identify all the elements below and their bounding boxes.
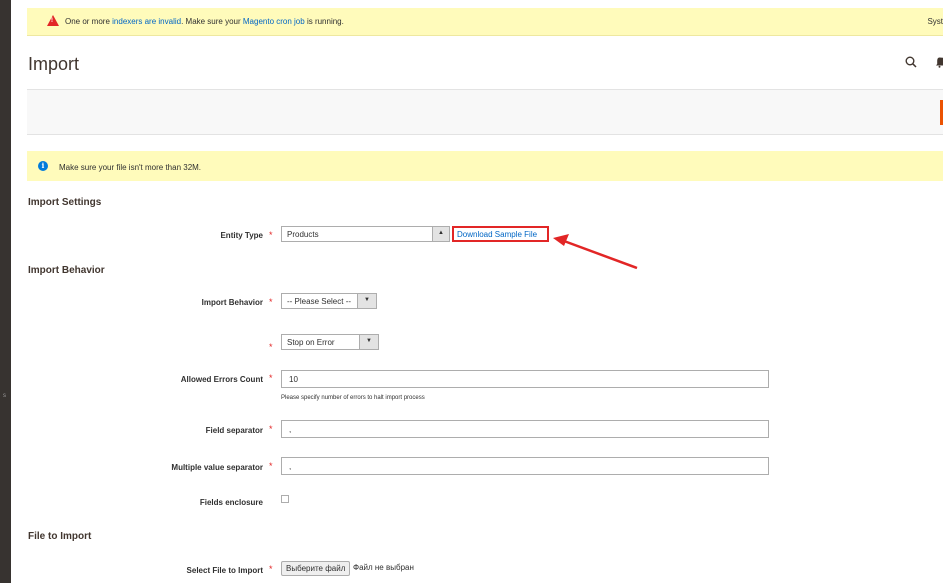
entity-type-select[interactable]: Products ▲: [281, 226, 450, 242]
required-marker: *: [269, 342, 273, 352]
admin-sidebar: s: [0, 0, 11, 583]
required-marker: *: [269, 297, 273, 307]
chevron-down-icon: ▼: [366, 338, 372, 344]
sidebar-marker: s: [3, 393, 6, 399]
bell-icon[interactable]: [936, 57, 943, 68]
file-status-text: Файл не выбран: [353, 563, 414, 572]
chevron-down-icon: ▼: [364, 297, 370, 303]
page-actions-bar: [27, 89, 943, 135]
validation-strategy-value: Stop on Error: [287, 338, 335, 347]
import-behavior-title: Import Behavior: [28, 265, 105, 276]
system-message-text: One or more indexers are invalid. Make s…: [65, 17, 344, 26]
file-size-notice: i Make sure your file isn't more than 32…: [27, 151, 943, 181]
system-messages-link[interactable]: Syst: [927, 17, 943, 26]
field-separator-label: Field separator: [205, 426, 263, 435]
import-behavior-value: -- Please Select --: [287, 297, 352, 306]
allowed-errors-input[interactable]: 10: [281, 370, 769, 388]
multiple-value-separator-input[interactable]: ,: [281, 457, 769, 475]
page-title: Import: [28, 54, 80, 74]
choose-file-button[interactable]: Выберите файл: [281, 561, 351, 576]
required-marker: *: [269, 373, 273, 383]
required-marker: *: [269, 461, 273, 471]
select-arrow[interactable]: ▼: [359, 335, 378, 349]
chevron-up-icon: ▲: [438, 230, 444, 236]
fields-enclosure-label: Fields enclosure: [199, 498, 263, 507]
entity-type-label: Entity Type: [220, 231, 263, 240]
validation-strategy-select[interactable]: Stop on Error ▼: [281, 334, 379, 350]
import-settings-title: Import Settings: [28, 197, 102, 208]
import-behavior-select[interactable]: -- Please Select -- ▼: [281, 293, 377, 309]
multiple-value-separator-label: Multiple value separator: [171, 463, 263, 472]
notice-text: Make sure your file isn't more than 32M.: [59, 163, 202, 172]
warning-icon: [47, 15, 59, 26]
system-message-bar: ! One or more indexers are invalid. Make…: [27, 8, 943, 36]
required-marker: *: [269, 564, 273, 574]
indexers-link[interactable]: indexers are invalid: [112, 17, 181, 26]
fields-enclosure-checkbox[interactable]: [281, 495, 289, 503]
field-separator-input[interactable]: ,: [281, 420, 769, 438]
cron-job-link[interactable]: Magento cron job: [243, 17, 305, 26]
select-arrow[interactable]: ▼: [357, 294, 376, 308]
required-marker: *: [269, 230, 273, 240]
info-icon: i: [38, 161, 48, 171]
select-arrow[interactable]: ▲: [432, 227, 449, 241]
entity-type-value: Products: [287, 230, 319, 239]
annotation-arrow: [553, 234, 638, 270]
select-file-label: Select File to Import: [186, 566, 263, 575]
import-behavior-label: Import Behavior: [201, 298, 263, 307]
search-icon[interactable]: [905, 56, 917, 68]
file-to-import-title: File to Import: [28, 531, 92, 542]
allowed-errors-note: Please specify number of errors to halt …: [281, 395, 425, 401]
download-sample-file-link[interactable]: Download Sample File: [452, 226, 549, 242]
allowed-errors-label: Allowed Errors Count: [180, 375, 263, 384]
required-marker: *: [269, 424, 273, 434]
